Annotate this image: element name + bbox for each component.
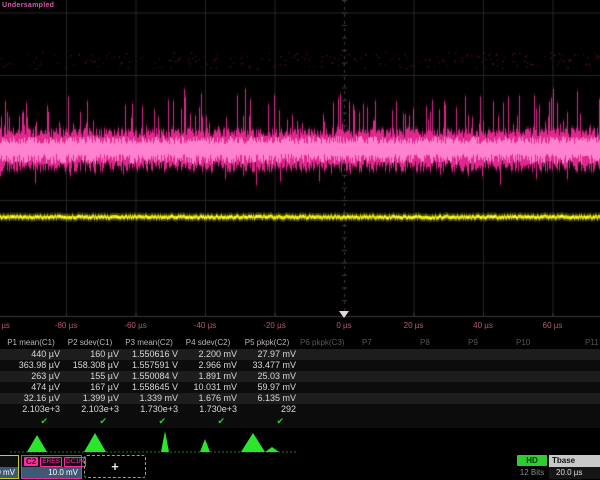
histicon[interactable] (161, 431, 169, 452)
param-column: P5 pkpk(C2)27.97 mV33.477 mV25.03 mV59.9… (238, 336, 296, 428)
param-status-check-icon: ✔ (2, 415, 60, 428)
param-header-inactive[interactable]: P11 (585, 336, 599, 349)
param-header-inactive[interactable]: P6 pkpk(C3) (300, 336, 344, 349)
param-value: 25.03 mV (238, 371, 296, 382)
timebase-box[interactable]: Tbase 20.0 µs (549, 455, 600, 479)
time-axis-label: -60 µs (124, 321, 146, 330)
oscilloscope-screen: Undersampled -100 µs -80 µs -60 µs -40 µs -2… (0, 0, 600, 480)
waveform-display[interactable] (0, 0, 600, 318)
param-value: 1.676 mV (179, 393, 237, 404)
time-axis-label: 40 µs (473, 321, 493, 330)
c2-coupling-tag: DC1M (64, 457, 86, 467)
param-value: 2.966 mV (179, 360, 237, 371)
param-value: 2.103e+3 (2, 404, 60, 415)
param-value: 59.97 mV (238, 382, 296, 393)
param-value: 363.98 µV (2, 360, 60, 371)
param-value: 167 µV (61, 382, 119, 393)
param-header-inactive[interactable]: P10 (516, 336, 530, 349)
histicon[interactable] (27, 435, 47, 452)
param-value: 1.550084 V (120, 371, 178, 382)
param-value: 1.557591 V (120, 360, 178, 371)
timebase-title: Tbase (549, 455, 600, 467)
hd-mode-badge[interactable]: HD (517, 455, 547, 466)
channel-descriptor-c2[interactable]: C2 ERES DC1M 10.0 mV (21, 455, 82, 479)
param-value: 474 µV (2, 382, 60, 393)
param-column: P1 mean(C1)440 µV363.98 µV263 µV474 µV32… (2, 336, 60, 428)
param-header[interactable]: P1 mean(C1) (2, 336, 60, 349)
param-value: 2.103e+3 (61, 404, 119, 415)
param-value: 6.135 mV (238, 393, 296, 404)
param-column: P4 sdev(C2)2.200 mV2.966 mV1.891 mV10.03… (179, 336, 237, 428)
channel-descriptor-c1[interactable]: C1 DC1M 10.0 mV (0, 455, 19, 479)
undersampled-warning: Undersampled (2, 1, 54, 10)
param-header-inactive[interactable]: P7 (362, 336, 372, 349)
histicon[interactable] (265, 447, 279, 452)
param-status-check-icon: ✔ (61, 415, 119, 428)
param-status-check-icon: ✔ (238, 415, 296, 428)
param-value: 27.97 mV (238, 349, 296, 360)
param-header-inactive[interactable]: P9 (468, 336, 478, 349)
param-value: 10.031 mV (179, 382, 237, 393)
param-value: 32.16 µV (2, 393, 60, 404)
param-value: 2.200 mV (179, 349, 237, 360)
c2-vertical-scale: 10.0 mV (22, 467, 81, 478)
time-axis-label: -80 µs (55, 321, 77, 330)
param-value: 158.308 µV (61, 360, 119, 371)
add-trace-button[interactable]: + (84, 455, 146, 478)
c2-label: C2 (24, 457, 38, 466)
param-value: 1.399 µV (61, 393, 119, 404)
param-status-check-icon: ✔ (179, 415, 237, 428)
param-value: 33.477 mV (238, 360, 296, 371)
time-axis-label: -100 µs (0, 321, 10, 330)
histicon[interactable] (200, 439, 210, 452)
c1-vertical-scale: 10.0 mV (0, 467, 18, 478)
param-value: 1.891 mV (179, 371, 237, 382)
param-column: P3 mean(C2)1.550616 V1.557591 V1.550084 … (120, 336, 178, 428)
time-axis-label: -40 µs (194, 321, 216, 330)
param-value: 1.550616 V (120, 349, 178, 360)
param-value: 1.730e+3 (120, 404, 178, 415)
param-value: 292 (238, 404, 296, 415)
bit-resolution-label: 12 Bits (512, 468, 552, 477)
c2-eres-tag: ERES (40, 457, 62, 467)
histicon[interactable] (241, 433, 265, 452)
param-value: 1.730e+3 (179, 404, 237, 415)
param-value: 155 µV (61, 371, 119, 382)
measurement-table: P1 mean(C1)440 µV363.98 µV263 µV474 µV32… (0, 336, 600, 428)
param-value: 1.558645 V (120, 382, 178, 393)
param-header[interactable]: P4 sdev(C2) (179, 336, 237, 349)
timebase-value: 20.0 µs (549, 467, 600, 479)
param-column: P2 sdev(C1)160 µV158.308 µV155 µV167 µV1… (61, 336, 119, 428)
param-header-inactive[interactable]: P8 (420, 336, 430, 349)
param-header[interactable]: P5 pkpk(C2) (238, 336, 296, 349)
param-value: 160 µV (61, 349, 119, 360)
time-axis-label: 20 µs (404, 321, 424, 330)
time-axis-label: -20 µs (263, 321, 285, 330)
time-axis: -100 µs -80 µs -60 µs -40 µs -20 µs 0 µs 20 µs… (0, 318, 600, 336)
time-axis-label: 60 µs (543, 321, 563, 330)
trigger-position-marker[interactable] (339, 311, 349, 318)
param-value: 263 µV (2, 371, 60, 382)
param-header[interactable]: P2 sdev(C1) (61, 336, 119, 349)
histicon-strip (0, 430, 600, 456)
param-value: 440 µV (2, 349, 60, 360)
param-value: 1.339 mV (120, 393, 178, 404)
histicon[interactable] (84, 433, 106, 452)
param-status-check-icon: ✔ (120, 415, 178, 428)
time-axis-label: 0 µs (336, 321, 351, 330)
param-header[interactable]: P3 mean(C2) (120, 336, 178, 349)
